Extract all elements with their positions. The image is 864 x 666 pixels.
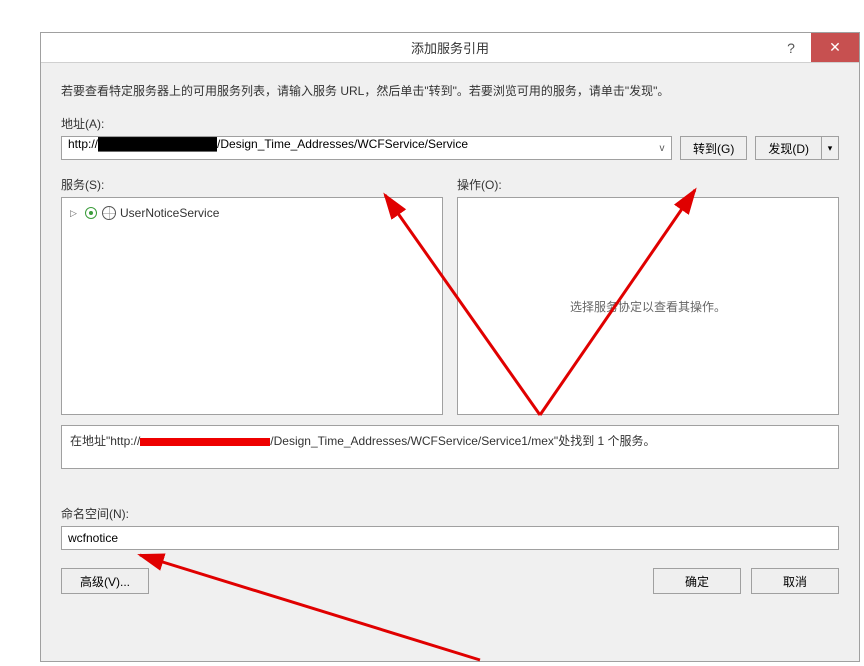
dialog-content: 若要查看特定服务器上的可用服务列表，请输入服务 URL，然后单击"转到"。若要浏…: [41, 63, 859, 608]
operations-placeholder: 选择服务协定以查看其操作。: [464, 204, 832, 408]
ok-button[interactable]: 确定: [653, 568, 741, 594]
titlebar: 添加服务引用 ? ✕: [41, 33, 859, 63]
dialog-button-row: 高级(V)... 确定 取消: [61, 568, 839, 594]
status-suffix: /Design_Time_Addresses/WCFService/Servic…: [270, 434, 655, 448]
address-label: 地址(A):: [61, 115, 839, 132]
services-listbox[interactable]: ▷ UserNoticeService: [61, 197, 443, 415]
address-row: http://██████████████/Design_Time_Addres…: [61, 136, 839, 160]
discover-button[interactable]: 发现(D): [755, 136, 821, 160]
discover-dropdown-button[interactable]: ▾: [821, 136, 839, 160]
address-input[interactable]: http://██████████████/Design_Time_Addres…: [62, 137, 653, 159]
discover-split-button: 发现(D) ▾: [755, 136, 839, 160]
service-endpoint-icon: [84, 206, 98, 220]
tree-expand-icon[interactable]: ▷: [70, 208, 80, 219]
namespace-row: 命名空间(N):: [61, 505, 839, 550]
service-item-label: UserNoticeService: [120, 206, 219, 220]
operations-panel: 操作(O): 选择服务协定以查看其操作。: [457, 176, 839, 415]
dialog-title: 添加服务引用: [41, 38, 859, 57]
globe-icon: [102, 206, 116, 220]
namespace-label: 命名空间(N):: [61, 505, 839, 522]
go-button[interactable]: 转到(G): [680, 136, 747, 160]
address-combo[interactable]: http://██████████████/Design_Time_Addres…: [61, 136, 672, 160]
panels-row: 服务(S): ▷ UserNoticeService 操作(O): 选择服务协定…: [61, 176, 839, 415]
cancel-button[interactable]: 取消: [751, 568, 839, 594]
address-dropdown-arrow[interactable]: v: [653, 143, 671, 154]
namespace-input[interactable]: [61, 526, 839, 550]
redacted-host: [140, 438, 270, 446]
advanced-button[interactable]: 高级(V)...: [61, 568, 149, 594]
services-panel: 服务(S): ▷ UserNoticeService: [61, 176, 443, 415]
help-button[interactable]: ?: [771, 33, 811, 62]
intro-text: 若要查看特定服务器上的可用服务列表，请输入服务 URL，然后单击"转到"。若要浏…: [61, 81, 839, 101]
operations-listbox[interactable]: 选择服务协定以查看其操作。: [457, 197, 839, 415]
titlebar-buttons: ? ✕: [771, 33, 859, 62]
service-tree-item[interactable]: ▷ UserNoticeService: [68, 204, 436, 222]
services-label: 服务(S):: [61, 176, 443, 193]
status-box: 在地址"http:// /Design_Time_Addresses/WCFSer…: [61, 425, 839, 469]
close-button[interactable]: ✕: [811, 33, 859, 62]
add-service-reference-dialog: 添加服务引用 ? ✕ 若要查看特定服务器上的可用服务列表，请输入服务 URL，然…: [40, 32, 860, 662]
status-prefix: 在地址"http://: [70, 434, 140, 448]
operations-label: 操作(O):: [457, 176, 839, 193]
